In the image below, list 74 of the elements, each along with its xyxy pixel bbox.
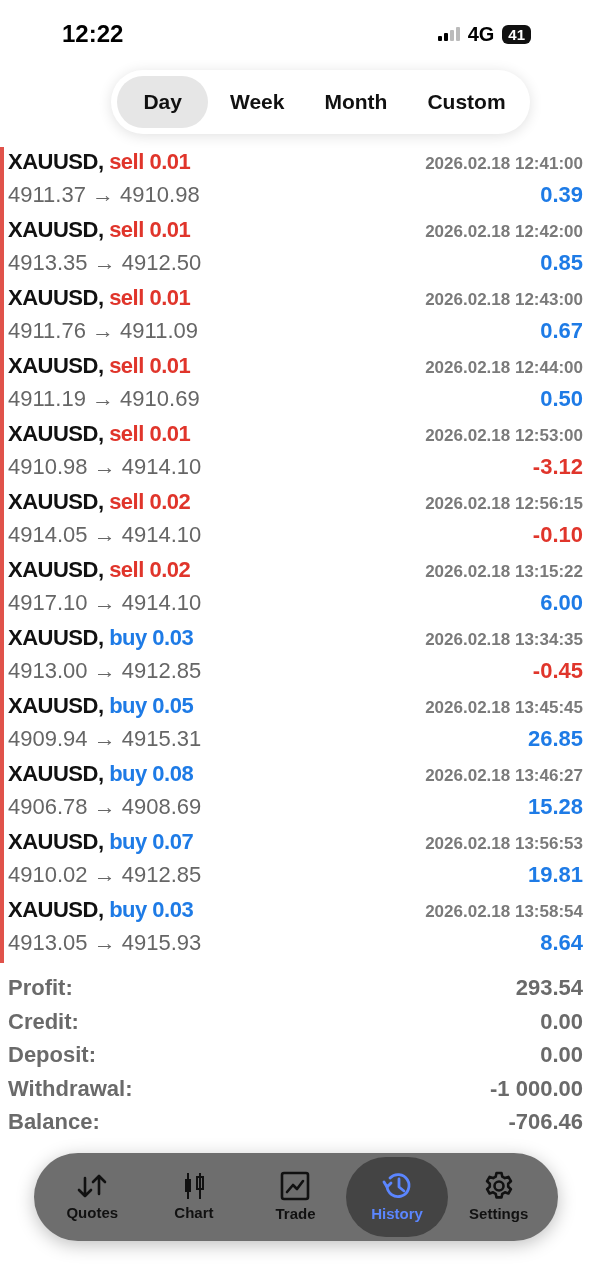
deal-title: XAUUSD, sell 0.01 bbox=[8, 149, 191, 175]
deal-profit: 0.50 bbox=[540, 386, 583, 412]
deal-profit: 0.39 bbox=[540, 182, 583, 208]
period-tab[interactable]: Day bbox=[117, 76, 208, 128]
deal-prices: 4909.94 → 4915.31 bbox=[8, 726, 202, 752]
deal-time: 2026.02.18 13:15:22 bbox=[425, 562, 583, 582]
battery-indicator: 41 bbox=[502, 24, 531, 44]
up-down-arrows-icon bbox=[76, 1172, 109, 1200]
deal-profit: 26.85 bbox=[527, 726, 583, 752]
tab-bar-item[interactable]: History bbox=[346, 1156, 448, 1237]
deal-title: XAUUSD, sell 0.01 bbox=[8, 421, 191, 447]
deal-title: XAUUSD, buy 0.05 bbox=[8, 693, 194, 719]
deal-prices: 4910.98 → 4914.10 bbox=[8, 454, 202, 480]
deal-time: 2026.02.18 13:56:53 bbox=[425, 834, 583, 854]
deal-profit: 15.28 bbox=[527, 794, 583, 820]
period-tab[interactable]: Month bbox=[306, 76, 406, 128]
deal-title: XAUUSD, buy 0.03 bbox=[8, 897, 194, 923]
summary-value: 293.54 bbox=[515, 975, 583, 1002]
deal-profit: 0.85 bbox=[540, 250, 583, 276]
summary-label: Withdrawal: bbox=[8, 1075, 133, 1103]
deal-prices: 4913.00 → 4912.85 bbox=[8, 658, 202, 684]
tab-bar-item[interactable]: Quotes bbox=[41, 1164, 144, 1229]
summary-label: Deposit: bbox=[8, 1042, 96, 1069]
network-label: 4G bbox=[467, 22, 495, 46]
deal-profit: -0.10 bbox=[532, 522, 583, 548]
period-tab[interactable]: Week bbox=[211, 76, 303, 128]
deal-prices: 4917.10 → 4914.10 bbox=[8, 590, 202, 616]
deal-time: 2026.02.18 12:53:00 bbox=[425, 426, 583, 446]
deal-time: 2026.02.18 12:44:00 bbox=[425, 358, 583, 378]
deal-title: XAUUSD, buy 0.07 bbox=[8, 829, 194, 855]
deal-time: 2026.02.18 12:43:00 bbox=[425, 290, 583, 310]
signal-icon bbox=[437, 27, 460, 41]
summary-value: -1 000.00 bbox=[490, 1075, 583, 1103]
deal-profit: 0.67 bbox=[540, 318, 583, 344]
deal-title: XAUUSD, sell 0.01 bbox=[8, 353, 191, 379]
deal-profit: 6.00 bbox=[540, 590, 583, 616]
tab-bar-item[interactable]: Settings bbox=[447, 1163, 550, 1230]
deal-prices: 4913.35 → 4912.50 bbox=[8, 250, 202, 276]
deal-title: XAUUSD, buy 0.03 bbox=[8, 625, 194, 651]
deal-prices: 4910.02 → 4912.85 bbox=[8, 862, 202, 888]
deal-profit: 8.64 bbox=[540, 930, 583, 956]
deal-title: XAUUSD, buy 0.08 bbox=[8, 761, 194, 787]
deal-profit: 19.81 bbox=[527, 862, 583, 888]
summary-label: Credit: bbox=[8, 1008, 79, 1036]
deal-time: 2026.02.18 13:45:45 bbox=[425, 698, 583, 718]
settings-icon bbox=[483, 1171, 514, 1201]
summary-label: Profit: bbox=[8, 975, 73, 1002]
deal-prices: 4911.76 → 4911.09 bbox=[8, 318, 198, 344]
summary-value: 0.00 bbox=[540, 1008, 583, 1036]
deal-title: XAUUSD, sell 0.01 bbox=[8, 217, 191, 243]
deal-prices: 4911.37 → 4910.98 bbox=[8, 182, 200, 208]
summary-value: -706.46 bbox=[508, 1109, 583, 1136]
deal-title: XAUUSD, sell 0.01 bbox=[8, 285, 191, 311]
deal-prices: 4914.05 → 4914.10 bbox=[8, 522, 202, 548]
tab-bar-item[interactable]: Chart bbox=[143, 1164, 245, 1229]
status-time: 12:22 bbox=[62, 20, 124, 48]
deal-prices: 4911.19 → 4910.69 bbox=[8, 386, 200, 412]
period-tab[interactable]: Custom bbox=[409, 76, 524, 128]
deal-title: XAUUSD, sell 0.02 bbox=[8, 557, 191, 583]
deal-profit: -3.12 bbox=[532, 454, 583, 480]
deal-time: 2026.02.18 13:46:27 bbox=[425, 766, 583, 786]
deal-time: 2026.02.18 12:42:00 bbox=[425, 222, 583, 242]
deal-prices: 4906.78 → 4908.69 bbox=[8, 794, 202, 820]
line-chart-icon bbox=[280, 1171, 311, 1201]
summary-value: 0.00 bbox=[540, 1042, 583, 1069]
deal-profit: -0.45 bbox=[532, 658, 583, 684]
deal-title: XAUUSD, sell 0.02 bbox=[8, 489, 191, 515]
summary-label: Balance: bbox=[8, 1109, 100, 1136]
deal-time: 2026.02.18 13:34:35 bbox=[425, 630, 583, 650]
tab-bar-item[interactable]: Trade bbox=[244, 1163, 347, 1230]
deal-time: 2026.02.18 12:41:00 bbox=[425, 154, 583, 174]
deal-time: 2026.02.18 13:58:54 bbox=[425, 902, 583, 922]
deal-time: 2026.02.18 12:56:15 bbox=[425, 494, 583, 514]
deal-prices: 4913.05 → 4915.93 bbox=[8, 930, 202, 956]
